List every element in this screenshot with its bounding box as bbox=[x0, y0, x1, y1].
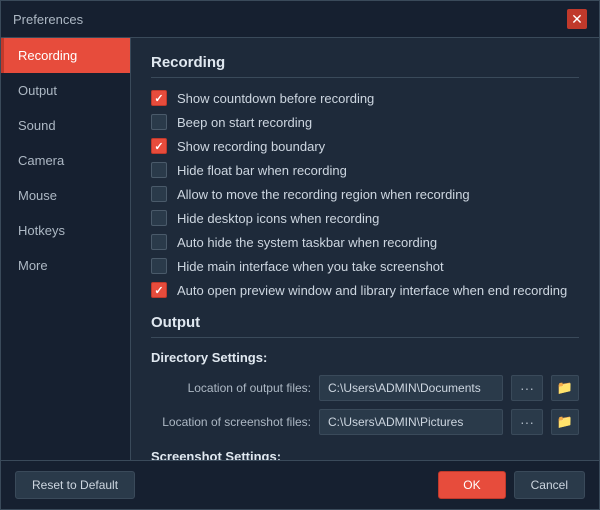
output-files-folder-button[interactable]: 📁 bbox=[551, 375, 579, 401]
sidebar-item-camera[interactable]: Camera bbox=[1, 143, 130, 178]
sidebar-item-hotkeys[interactable]: Hotkeys bbox=[1, 213, 130, 248]
screenshot-settings-title: Screenshot Settings: bbox=[151, 449, 579, 460]
content-area: Recording Show countdown before recordin… bbox=[131, 38, 599, 460]
dialog-footer: Reset to Default OK Cancel bbox=[1, 460, 599, 509]
checkbox-moveregion-box[interactable] bbox=[151, 186, 167, 202]
checkbox-autoopen[interactable]: Auto open preview window and library int… bbox=[151, 282, 579, 298]
checkbox-boundary-box[interactable] bbox=[151, 138, 167, 154]
checkbox-autoopen-box[interactable] bbox=[151, 282, 167, 298]
recording-section-title: Recording bbox=[151, 54, 579, 78]
output-files-row: Location of output files: ··· 📁 bbox=[151, 375, 579, 401]
screenshot-files-input[interactable] bbox=[319, 409, 503, 435]
dialog-body: Recording Output Sound Camera Mouse Hotk… bbox=[1, 38, 599, 460]
output-files-label: Location of output files: bbox=[151, 381, 311, 395]
sidebar-item-mouse[interactable]: Mouse bbox=[1, 178, 130, 213]
checkbox-taskbar-box[interactable] bbox=[151, 234, 167, 250]
cancel-button[interactable]: Cancel bbox=[514, 471, 585, 499]
close-button[interactable]: ✕ bbox=[567, 9, 587, 29]
checkbox-desktopicons[interactable]: Hide desktop icons when recording bbox=[151, 210, 579, 226]
dialog-title: Preferences bbox=[13, 12, 83, 27]
screenshot-files-row: Location of screenshot files: ··· 📁 bbox=[151, 409, 579, 435]
checkbox-countdown[interactable]: Show countdown before recording bbox=[151, 90, 579, 106]
reset-button[interactable]: Reset to Default bbox=[15, 471, 135, 499]
sidebar-item-more[interactable]: More bbox=[1, 248, 130, 283]
checkbox-taskbar[interactable]: Auto hide the system taskbar when record… bbox=[151, 234, 579, 250]
checkbox-maininterface-box[interactable] bbox=[151, 258, 167, 274]
title-bar: Preferences ✕ bbox=[1, 1, 599, 38]
checkbox-moveregion[interactable]: Allow to move the recording region when … bbox=[151, 186, 579, 202]
sidebar-item-output[interactable]: Output bbox=[1, 73, 130, 108]
screenshot-files-dots-button[interactable]: ··· bbox=[511, 409, 543, 435]
checkbox-beep-box[interactable] bbox=[151, 114, 167, 130]
screenshot-files-label: Location of screenshot files: bbox=[151, 415, 311, 429]
screenshot-files-folder-button[interactable]: 📁 bbox=[551, 409, 579, 435]
checkbox-floatbar-box[interactable] bbox=[151, 162, 167, 178]
screenshot-settings: Screenshot Settings: Screenshot format: … bbox=[151, 449, 579, 460]
directory-settings-title: Directory Settings: bbox=[151, 350, 579, 365]
output-section-title: Output bbox=[151, 314, 579, 338]
ok-button[interactable]: OK bbox=[438, 471, 505, 499]
checkbox-maininterface[interactable]: Hide main interface when you take screen… bbox=[151, 258, 579, 274]
sidebar-item-recording[interactable]: Recording bbox=[1, 38, 130, 73]
checkbox-floatbar[interactable]: Hide float bar when recording bbox=[151, 162, 579, 178]
checkbox-boundary[interactable]: Show recording boundary bbox=[151, 138, 579, 154]
output-files-dots-button[interactable]: ··· bbox=[511, 375, 543, 401]
output-files-input[interactable] bbox=[319, 375, 503, 401]
checkbox-countdown-box[interactable] bbox=[151, 90, 167, 106]
checkbox-beep[interactable]: Beep on start recording bbox=[151, 114, 579, 130]
sidebar: Recording Output Sound Camera Mouse Hotk… bbox=[1, 38, 131, 460]
footer-right-buttons: OK Cancel bbox=[438, 471, 585, 499]
sidebar-item-sound[interactable]: Sound bbox=[1, 108, 130, 143]
checkbox-desktopicons-box[interactable] bbox=[151, 210, 167, 226]
output-section: Output Directory Settings: Location of o… bbox=[151, 314, 579, 460]
preferences-dialog: Preferences ✕ Recording Output Sound Cam… bbox=[0, 0, 600, 510]
